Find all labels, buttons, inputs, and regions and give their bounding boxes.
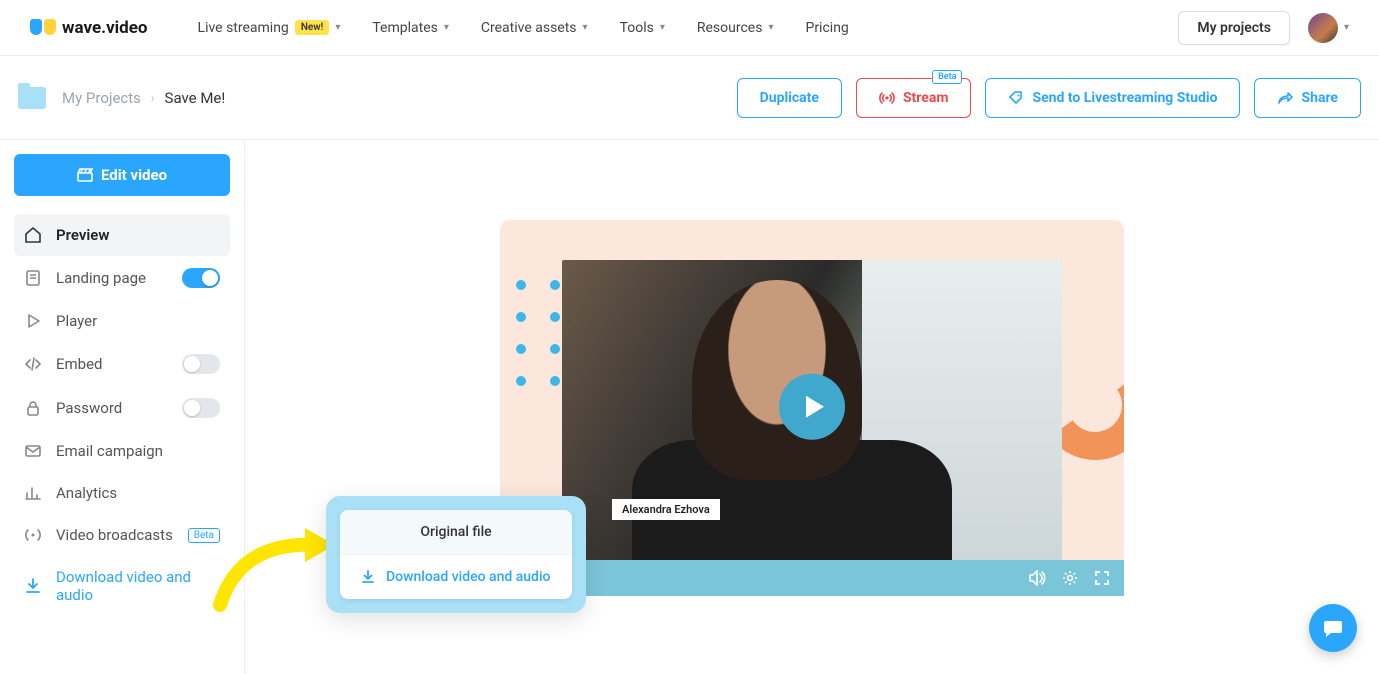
sidebar-item-label: Embed — [56, 355, 103, 373]
breadcrumb-current: Save Me! — [165, 89, 226, 107]
settings-icon[interactable] — [1062, 570, 1078, 586]
lock-icon — [24, 399, 42, 417]
sidebar-item-label: Video broadcasts — [56, 526, 173, 544]
chat-button[interactable] — [1309, 604, 1357, 652]
broadcast-icon — [24, 526, 42, 544]
password-toggle[interactable] — [182, 398, 220, 418]
video-wrapper: Alexandra Ezhova — [500, 220, 1124, 596]
sidebar-item-label: Preview — [56, 226, 109, 244]
edit-video-button[interactable]: Edit video — [14, 154, 230, 196]
beta-badge: Beta — [188, 528, 220, 543]
nav-creative-assets[interactable]: Creative assets ▾ — [481, 20, 588, 36]
nav-pricing[interactable]: Pricing — [805, 20, 848, 36]
nav-label: Resources — [697, 20, 763, 36]
logo-text: wave.video — [62, 18, 148, 38]
duplicate-button[interactable]: Duplicate — [737, 78, 842, 118]
sidebar-item-label: Player — [56, 312, 97, 330]
video-frame[interactable]: Alexandra Ezhova — [562, 260, 1062, 560]
popover-download-action[interactable]: Download video and audio — [340, 555, 572, 599]
nav-label: Live streaming — [198, 20, 289, 36]
mail-icon — [24, 442, 42, 460]
nav-tools[interactable]: Tools ▾ — [620, 20, 665, 36]
download-icon — [24, 577, 42, 595]
my-projects-button[interactable]: My projects — [1178, 11, 1290, 45]
nav-resources[interactable]: Resources ▾ — [697, 20, 774, 36]
new-badge: New! — [295, 20, 330, 35]
user-menu[interactable]: ▾ — [1308, 13, 1349, 43]
share-button[interactable]: Share — [1254, 78, 1361, 118]
nav-label: Templates — [372, 20, 438, 36]
chart-icon — [24, 484, 42, 502]
embed-toggle[interactable] — [182, 354, 220, 374]
sidebar-item-download[interactable]: Download video and audio — [14, 556, 230, 616]
download-icon — [360, 569, 376, 585]
sidebar-item-analytics[interactable]: Analytics — [14, 472, 230, 514]
sidebar-item-landing[interactable]: Landing page — [14, 256, 230, 300]
sidebar-item-embed[interactable]: Embed — [14, 342, 230, 386]
sidebar-item-preview[interactable]: Preview — [14, 214, 230, 256]
breadcrumb-bar: My Projects › Save Me! Duplicate Stream … — [0, 56, 1379, 140]
sidebar-item-email[interactable]: Email campaign — [14, 430, 230, 472]
share-icon — [1277, 91, 1293, 105]
code-icon — [24, 355, 42, 373]
chevron-down-icon: ▾ — [335, 22, 340, 33]
chevron-down-icon: ▾ — [768, 22, 773, 33]
broadcast-icon — [879, 91, 895, 105]
chat-icon — [1322, 617, 1344, 639]
avatar — [1308, 13, 1338, 43]
chevron-down-icon: ▾ — [444, 22, 449, 33]
play-button[interactable] — [779, 374, 845, 440]
button-label: Share — [1301, 90, 1338, 106]
button-label: Stream — [903, 90, 949, 106]
nav-live-streaming[interactable]: Live streaming New! ▾ — [198, 20, 341, 36]
logo[interactable]: wave.video — [30, 18, 148, 38]
clapper-icon — [77, 168, 93, 182]
nav-items: Live streaming New! ▾ Templates ▾ Creati… — [198, 20, 849, 36]
popover-original-file[interactable]: Original file — [340, 510, 572, 555]
sidebar-item-player[interactable]: Player — [14, 300, 230, 342]
presenter-name: Alexandra Ezhova — [612, 499, 720, 520]
nav-label: Creative assets — [481, 20, 577, 36]
sidebar-item-password[interactable]: Password — [14, 386, 230, 430]
breadcrumb-root[interactable]: My Projects — [62, 89, 141, 107]
popover-title: Original file — [420, 524, 491, 540]
stream-button[interactable]: Stream Beta — [856, 78, 972, 118]
nav-templates[interactable]: Templates ▾ — [372, 20, 449, 36]
sidebar-item-label: Password — [56, 399, 122, 417]
chevron-right-icon: › — [151, 91, 155, 105]
video-controls — [500, 560, 1124, 596]
home-icon — [24, 226, 42, 244]
video-card: Alexandra Ezhova — [500, 220, 1124, 560]
volume-icon[interactable] — [1028, 570, 1046, 586]
sidebar: Edit video Preview Landing page Player — [0, 140, 245, 674]
tag-icon — [1008, 90, 1024, 106]
fullscreen-icon[interactable] — [1094, 570, 1110, 586]
chevron-down-icon: ▾ — [660, 22, 665, 33]
folder-icon — [18, 87, 46, 109]
sidebar-item-label: Analytics — [56, 484, 117, 502]
beta-badge: Beta — [932, 70, 962, 84]
button-label: Duplicate — [760, 90, 819, 106]
nav-label: Tools — [620, 20, 654, 36]
sidebar-item-label: Download video and audio — [56, 568, 220, 604]
sidebar-item-label: Landing page — [56, 269, 146, 287]
nav-label: Pricing — [805, 20, 848, 36]
popover-action-label: Download video and audio — [386, 569, 550, 585]
button-label: Send to Livestreaming Studio — [1032, 90, 1217, 106]
logo-icon — [30, 19, 56, 37]
sidebar-item-label: Email campaign — [56, 442, 163, 460]
landing-toggle[interactable] — [182, 268, 220, 288]
chevron-down-icon: ▾ — [1344, 22, 1349, 33]
button-label: Edit video — [101, 166, 167, 184]
send-to-studio-button[interactable]: Send to Livestreaming Studio — [985, 78, 1240, 118]
page-icon — [24, 269, 42, 287]
top-nav: wave.video Live streaming New! ▾ Templat… — [0, 0, 1379, 56]
download-popover: Original file Download video and audio — [326, 496, 586, 613]
chevron-down-icon: ▾ — [583, 22, 588, 33]
sidebar-item-broadcasts[interactable]: Video broadcasts Beta — [14, 514, 230, 556]
play-icon — [24, 312, 42, 330]
